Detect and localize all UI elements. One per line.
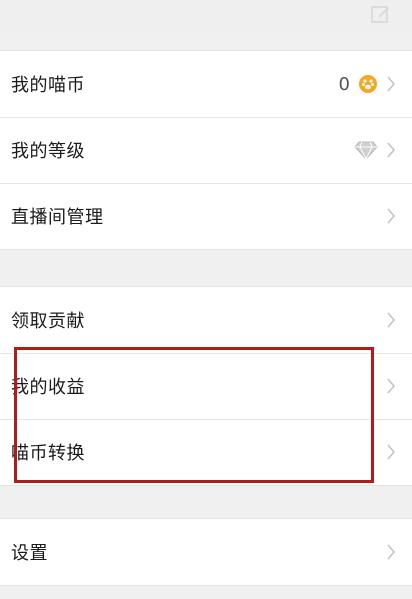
menu-item-label: 我的收益 (11, 377, 85, 398)
menu-item-trailing (354, 117, 396, 183)
chevron-right-icon (387, 76, 396, 92)
menu-item-claim-contribution[interactable]: 领取贡献 (0, 287, 412, 353)
menu-item-trailing (386, 353, 396, 419)
menu-item-label: 我的等级 (11, 141, 85, 162)
menu-item-label: 我的喵币 (11, 75, 85, 96)
menu-item-my-earnings[interactable]: 我的收益 (0, 353, 412, 419)
menu-group-earnings: 领取贡献 我的收益 喵币转换 (0, 286, 412, 486)
menu-item-coin-exchange[interactable]: 喵币转换 (0, 419, 412, 485)
menu-item-trailing (386, 419, 396, 485)
coin-icon (359, 75, 377, 93)
chevron-right-icon (387, 544, 396, 560)
chevron-right-icon (387, 312, 396, 328)
chevron-right-icon (387, 378, 396, 394)
chevron-right-icon (387, 142, 396, 158)
top-bar (0, 0, 412, 30)
menu-group-settings: 设置 (0, 518, 412, 586)
diamond-icon (354, 141, 378, 160)
chevron-right-icon (387, 444, 396, 460)
menu-item-label: 领取贡献 (11, 311, 85, 332)
menu-group-account: 我的喵币 0 我的等级 直播间管理 (0, 50, 412, 250)
coin-balance: 0 (338, 73, 350, 95)
chevron-right-icon (387, 208, 396, 224)
menu-item-label: 喵币转换 (11, 443, 85, 464)
edit-icon[interactable] (370, 4, 392, 26)
profile-menu-screen: 我的喵币 0 我的等级 直播间管理 领取贡献 我的收益 喵币转换 设置 (0, 0, 412, 599)
menu-item-trailing (386, 183, 396, 249)
menu-item-label: 设置 (11, 543, 48, 564)
menu-item-my-coins[interactable]: 我的喵币 0 (0, 51, 412, 117)
menu-item-live-room-management[interactable]: 直播间管理 (0, 183, 412, 249)
menu-item-trailing: 0 (339, 51, 396, 117)
menu-item-my-level[interactable]: 我的等级 (0, 117, 412, 183)
menu-item-label: 直播间管理 (11, 207, 104, 228)
menu-item-trailing (386, 287, 396, 353)
menu-item-settings[interactable]: 设置 (0, 519, 412, 585)
menu-item-trailing (386, 519, 396, 585)
